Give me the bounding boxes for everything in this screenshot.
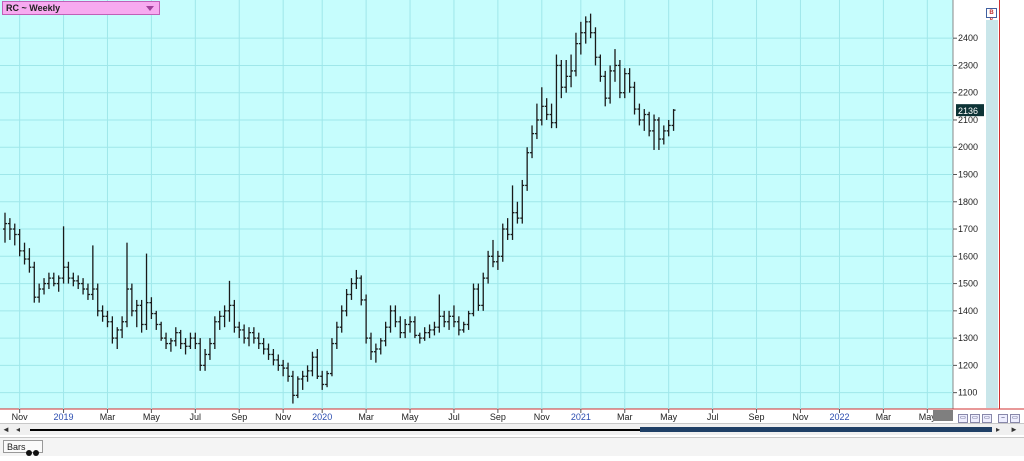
- x-tick-label: Sep: [231, 412, 247, 422]
- scroll-thumb[interactable]: [640, 427, 992, 432]
- y-tick-label: 1100: [958, 388, 977, 398]
- minimize-icon[interactable]: –: [998, 414, 1008, 423]
- link-icon[interactable]: ▭: [982, 414, 992, 423]
- y-tick-label: 1500: [958, 279, 978, 289]
- x-tick-label: May: [660, 412, 678, 422]
- x-tick-label: Jul: [707, 412, 719, 422]
- x-tick-label: May: [402, 412, 420, 422]
- x-tick-label: Sep: [490, 412, 506, 422]
- y-tick-label: 2300: [958, 60, 978, 70]
- bars-tab-label: Bars: [7, 442, 26, 452]
- x-tick-label: Jul: [190, 412, 202, 422]
- y-tick-label: 1800: [958, 197, 978, 207]
- chevron-down-icon[interactable]: [146, 6, 154, 11]
- x-tick-label: 2019: [54, 412, 74, 422]
- status-bar: [0, 437, 1024, 456]
- last-price-tag: 2136: [956, 104, 984, 117]
- scroll-step-left-icon[interactable]: ◂: [16, 425, 20, 434]
- scroll-step-right-icon[interactable]: ▸: [996, 425, 1000, 434]
- last-price-value: 2136: [958, 106, 978, 116]
- x-tick-label: Mar: [100, 412, 116, 422]
- y-tick-label: 2200: [958, 88, 978, 98]
- x-tick-label: Nov: [275, 412, 292, 422]
- y-tick-label: 1900: [958, 170, 978, 180]
- y-tick-label: 2000: [958, 142, 978, 152]
- x-tick-label: Mar: [876, 412, 892, 422]
- y-tick-label: 1300: [958, 333, 978, 343]
- scroll-left-icon[interactable]: ◄: [2, 425, 10, 434]
- x-tick-label: Nov: [792, 412, 809, 422]
- scale-handle[interactable]: [933, 410, 953, 421]
- side-panel: [986, 20, 998, 408]
- bs-icon[interactable]: B S: [986, 8, 997, 24]
- x-axis: Nov 2019 Mar May Jul Sep Nov 2020 Mar May Jul Sep No…: [12, 409, 936, 422]
- price-chart[interactable]: 1100 1200 1300 1400 1500 1600 1700 1800 1900 2000…: [0, 0, 1024, 423]
- x-tick-label: Nov: [12, 412, 29, 422]
- bars-style-icon[interactable]: [26, 443, 40, 456]
- x-tick-label: Sep: [749, 412, 765, 422]
- y-tick-label: 2100: [958, 115, 978, 125]
- y-tick-label: 1400: [958, 306, 978, 316]
- x-tick-label: Mar: [617, 412, 633, 422]
- x-tick-label: 2022: [829, 412, 849, 422]
- x-tick-label: Mar: [358, 412, 374, 422]
- x-tick-label: Jul: [448, 412, 460, 422]
- symbol-label: RC ~ Weekly: [6, 3, 61, 13]
- y-tick-label: 1700: [958, 224, 978, 234]
- chart-window: 1100 1200 1300 1400 1500 1600 1700 1800 1900 2000…: [0, 0, 1024, 456]
- x-tick-label: May: [143, 412, 161, 422]
- x-tick-label: 2020: [312, 412, 332, 422]
- y-tick-label: 1200: [958, 360, 978, 370]
- x-tick-label: 2021: [571, 412, 591, 422]
- y-tick-label: 2400: [958, 33, 978, 43]
- zoom-out-icon[interactable]: ▭: [958, 414, 968, 423]
- plot-area[interactable]: [0, 0, 953, 409]
- symbol-dropdown[interactable]: RC ~ Weekly: [2, 1, 160, 15]
- restore-icon[interactable]: ▭: [1010, 414, 1020, 423]
- zoom-in-icon[interactable]: ▭: [970, 414, 980, 423]
- y-tick-label: 1600: [958, 251, 978, 261]
- x-tick-label: Nov: [534, 412, 551, 422]
- scroll-right-icon[interactable]: ►: [1010, 425, 1018, 434]
